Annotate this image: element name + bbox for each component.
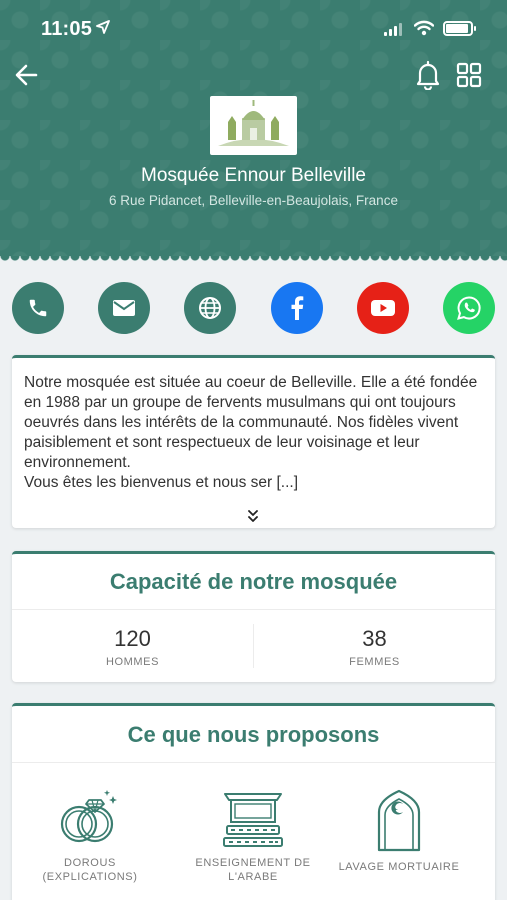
- phone-button[interactable]: [12, 282, 64, 334]
- capacity-card: Capacité de notre mosquée 120 HOMMES 38 …: [12, 551, 495, 682]
- globe-icon: [199, 297, 221, 319]
- facebook-icon: [291, 296, 304, 320]
- capacity-title: Capacité de notre mosquée: [109, 569, 398, 594]
- services-title: Ce que nous proposons: [127, 722, 380, 747]
- expand-chevron-icon[interactable]: [246, 508, 260, 524]
- mosque-address: 6 Rue Pidancet, Belleville-en-Beaujolais…: [109, 193, 398, 208]
- header-scalloped-edge: [0, 256, 507, 266]
- men-capacity-label: HOMMES: [105, 656, 160, 668]
- mosque-logo: [210, 96, 297, 155]
- service-mortuary-washing[interactable]: LAVAGE MORTUAIRE: [329, 788, 469, 874]
- women-capacity: 38 FEMMES: [254, 626, 495, 668]
- status-time: 11:05: [41, 18, 93, 40]
- service-mortuary-label: LAVAGE MORTUAIRE: [338, 861, 460, 873]
- contact-buttons: [12, 282, 496, 334]
- grid-menu-icon[interactable]: [456, 62, 482, 88]
- website-button[interactable]: [184, 282, 236, 334]
- service-dorous[interactable]: DOROUS (EXPLICATIONS): [20, 788, 160, 884]
- crescent-arch-icon: [377, 789, 421, 852]
- facebook-button[interactable]: [271, 282, 323, 334]
- description-card: Notre mosquée est située au coeur de Bel…: [12, 355, 495, 528]
- cell-signal-icon: [384, 22, 402, 36]
- phone-icon: [29, 299, 47, 317]
- description-paragraph: Notre mosquée est située au coeur de Bel…: [24, 374, 478, 491]
- service-dorous-label: DOROUS (EXPLICATIONS): [42, 857, 138, 883]
- service-arabic-teaching[interactable]: ENSEIGNEMENT DE L'ARABE: [183, 788, 323, 884]
- divider: [12, 609, 495, 610]
- youtube-icon: [371, 300, 395, 316]
- back-arrow-icon[interactable]: [12, 61, 42, 89]
- men-capacity: 120 HOMMES: [12, 626, 253, 668]
- women-capacity-label: FEMMES: [349, 656, 400, 668]
- wifi-icon: [414, 20, 434, 36]
- status-bar: 11:05: [0, 0, 507, 58]
- header-banner: 11:05 Mosquée Ennour Belleville 6 Rue Pi…: [0, 0, 507, 262]
- mosque-logo-icon: [218, 100, 289, 146]
- youtube-button[interactable]: [357, 282, 409, 334]
- email-button[interactable]: [98, 282, 150, 334]
- rings-icon: [60, 790, 117, 843]
- mail-icon: [113, 300, 135, 316]
- men-capacity-value: 120: [114, 626, 151, 651]
- whatsapp-icon: [457, 296, 481, 320]
- mosque-name: Mosquée Ennour Belleville: [141, 165, 366, 186]
- battery-icon: [443, 21, 476, 36]
- service-arabic-label: ENSEIGNEMENT DE L'ARABE: [195, 857, 311, 883]
- whatsapp-button[interactable]: [443, 282, 495, 334]
- divider: [12, 762, 495, 763]
- lectern-icon: [223, 793, 283, 847]
- location-arrow-icon: [96, 20, 110, 34]
- women-capacity-value: 38: [362, 626, 387, 651]
- description-text: Notre mosquée est située au coeur de Bel…: [24, 373, 486, 493]
- bell-icon[interactable]: [415, 60, 441, 90]
- services-card: Ce que nous proposons DOROUS (EXPLICATIO…: [12, 703, 495, 900]
